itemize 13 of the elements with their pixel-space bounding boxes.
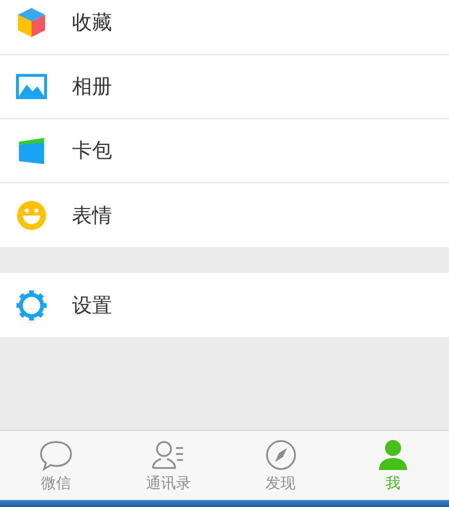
contacts-icon <box>151 438 186 470</box>
compass-icon <box>264 438 298 470</box>
menu-item[interactable]: 相册 <box>0 55 449 119</box>
picture-frame-icon <box>16 71 47 102</box>
gear-icon <box>16 290 47 320</box>
smiley-icon <box>16 200 47 230</box>
menu-item[interactable]: 卡包 <box>0 119 449 183</box>
cube-icon <box>16 7 47 38</box>
menu-item[interactable]: 设置 <box>0 273 449 337</box>
menu-item[interactable]: 收藏 <box>0 0 449 55</box>
card-wallet-icon <box>16 135 47 166</box>
menu-item[interactable]: 表情 <box>0 183 449 247</box>
chat-bubble-icon <box>39 438 74 470</box>
